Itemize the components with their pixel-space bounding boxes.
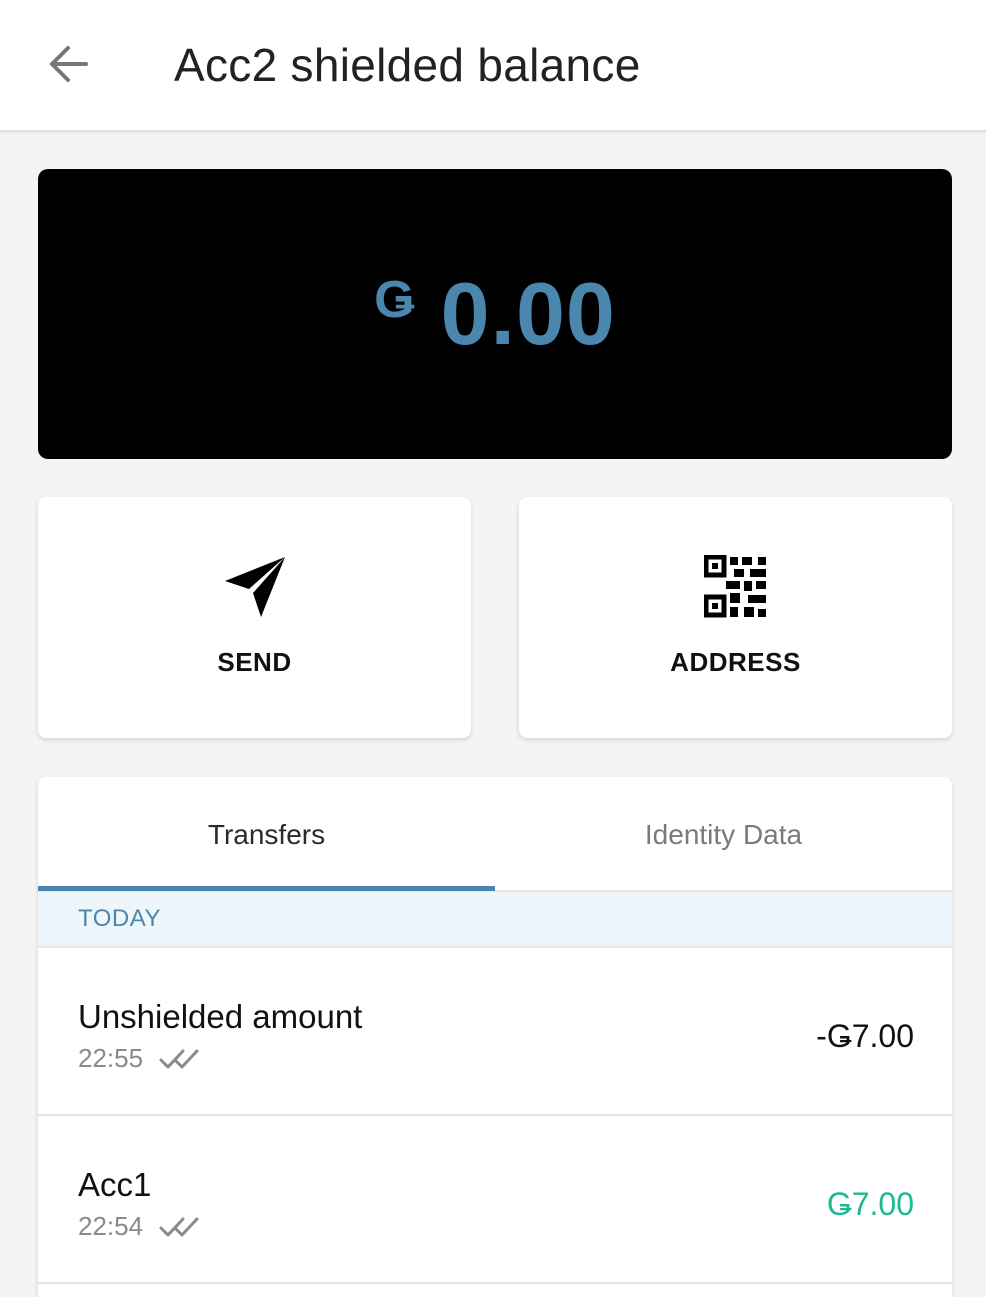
transfer-name: Acc1 [78, 1166, 152, 1203]
currency-symbol: Ǥ [374, 271, 415, 329]
transfer-meta: 22:55 [78, 1043, 199, 1074]
balance-card: Ǥ 0.00 [38, 169, 952, 459]
balance-value: 0.00 [440, 264, 616, 363]
double-check-icon [159, 1049, 199, 1068]
qr-code-icon [703, 555, 766, 618]
transfer-name: Unshielded amount [78, 998, 363, 1035]
transfers-card: Transfers Identity Data TODAY Unshielded… [38, 777, 952, 1297]
active-tab-indicator [38, 886, 495, 891]
section-header-today: TODAY [38, 892, 952, 948]
send-button[interactable]: SEND [38, 497, 471, 738]
arrow-left-icon [50, 46, 88, 82]
double-check-icon [159, 1217, 199, 1236]
tab-bar: Transfers Identity Data [38, 777, 952, 892]
paper-plane-icon [224, 557, 285, 617]
send-label: SEND [217, 647, 292, 677]
transfer-time: 22:54 [78, 1211, 144, 1241]
back-button[interactable] [40, 36, 96, 92]
transfer-row[interactable]: Unshielded amount 22:55 -Ǥ7.00 [38, 948, 952, 1116]
transfer-time: 22:55 [78, 1043, 144, 1073]
transfer-amount: -Ǥ7.00 [816, 1018, 914, 1054]
tab-identity-data[interactable]: Identity Data [495, 777, 952, 892]
address-button[interactable]: ADDRESS [519, 497, 952, 738]
tab-transfers[interactable]: Transfers [38, 777, 495, 892]
transfer-row[interactable]: Acc1 22:54 Ǥ7.00 [38, 1116, 952, 1284]
address-label: ADDRESS [670, 647, 801, 677]
transfer-meta: 22:54 [78, 1211, 199, 1242]
transfer-amount: Ǥ7.00 [826, 1186, 914, 1222]
app-bar: Acc2 shielded balance [0, 0, 986, 132]
page-title: Acc2 shielded balance [174, 39, 641, 91]
balance-amount: Ǥ 0.00 [38, 169, 952, 459]
